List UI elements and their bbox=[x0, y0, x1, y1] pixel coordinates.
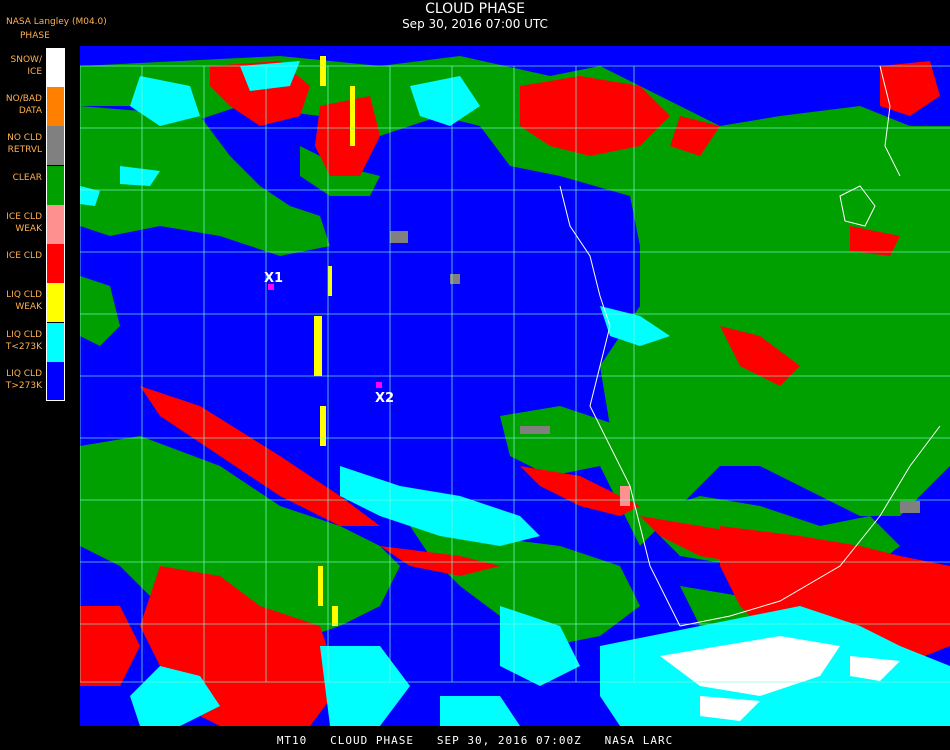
legend-title: PHASE bbox=[20, 31, 50, 41]
legend-swatch bbox=[46, 205, 65, 244]
map-title: CLOUD PHASE bbox=[425, 1, 525, 17]
legend-label: CLEAR bbox=[12, 173, 42, 183]
legend-item-snow-ice: SNOW/ ICE bbox=[0, 48, 66, 87]
legend-item-ice-cld-weak: ICE CLD WEAK bbox=[0, 205, 66, 244]
legend-swatch bbox=[46, 166, 65, 205]
marker-point bbox=[376, 382, 382, 388]
legend-item-no-cld-retrvl: NO CLD RETRVL bbox=[0, 126, 66, 165]
legend-swatch bbox=[46, 362, 65, 401]
legend-swatch bbox=[46, 48, 65, 87]
legend-swatch bbox=[46, 283, 65, 322]
legend-label: LIQ CLD WEAK bbox=[6, 290, 42, 312]
marker-label: X1 bbox=[264, 271, 283, 286]
ice-weak-regions bbox=[620, 486, 630, 506]
phase-legend: SNOW/ ICE NO/BAD DATA NO CLD RETRVL CLEA… bbox=[0, 48, 66, 401]
map-timestamp: Sep 30, 2016 07:00 UTC bbox=[402, 17, 548, 31]
legend-label: LIQ CLD T<273K bbox=[5, 330, 42, 352]
legend-item-liq-cld-weak: LIQ CLD WEAK bbox=[0, 283, 66, 322]
legend-swatch bbox=[46, 87, 65, 126]
legend-label: ICE CLD WEAK bbox=[6, 212, 42, 234]
marker-label: X2 bbox=[375, 391, 394, 406]
legend-item-clear: CLEAR bbox=[0, 166, 66, 205]
legend-label: NO/BAD DATA bbox=[5, 94, 42, 116]
legend-label: LIQ CLD T>273K bbox=[5, 369, 42, 391]
legend-item-no-bad-data: NO/BAD DATA bbox=[0, 87, 66, 126]
legend-label: SNOW/ ICE bbox=[10, 55, 42, 77]
legend-swatch bbox=[46, 323, 65, 362]
legend-item-liq-cld-warm: LIQ CLD T>273K bbox=[0, 362, 66, 401]
legend-item-liq-cld-cold: LIQ CLD T<273K bbox=[0, 323, 66, 362]
legend-label: ICE CLD bbox=[6, 251, 42, 261]
legend-item-ice-cld: ICE CLD bbox=[0, 244, 66, 283]
cloud-phase-map: X1 X2 bbox=[80, 46, 950, 726]
footer-caption: MT10 CLOUD PHASE SEP 30, 2016 07:00Z NAS… bbox=[276, 734, 674, 747]
legend-swatch bbox=[46, 126, 65, 165]
legend-label: NO CLD RETRVL bbox=[7, 133, 42, 155]
legend-swatch bbox=[46, 244, 65, 283]
